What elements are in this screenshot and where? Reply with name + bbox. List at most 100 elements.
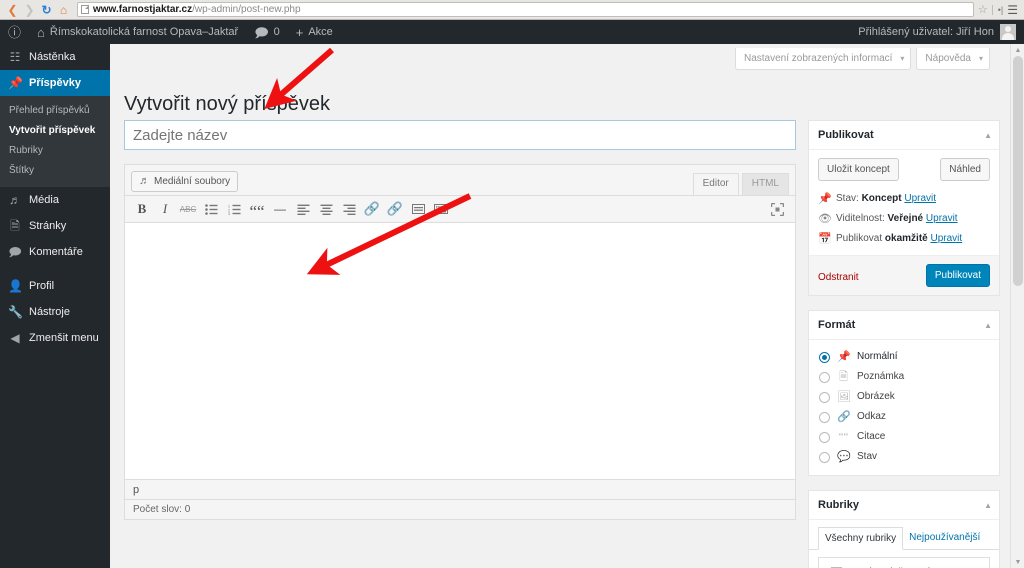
sidebar-item-pages[interactable]: 🗎 Stránky <box>0 213 110 239</box>
sidebar-item-media[interactable]: ♬ Média <box>0 187 110 213</box>
keyboard-shortcuts-icon[interactable] <box>430 199 452 219</box>
sidebar-item-all-posts[interactable]: Přehled příspěvků <box>0 101 110 121</box>
tab-most-used-categories[interactable]: Nejpoužívanější <box>903 527 986 549</box>
address-bar[interactable]: www.farnostjaktar.cz/wp-admin/post-new.p… <box>77 2 974 17</box>
align-left-icon[interactable] <box>292 199 314 219</box>
add-media-button[interactable]: ♬ Mediální soubory <box>131 171 239 192</box>
category-checklist[interactable]: Farní společenství Nezařazené Schola Spo… <box>818 557 990 568</box>
adminbar-user-menu[interactable]: Přihlášený uživatel: Jiří Hon <box>850 20 1024 44</box>
radio-button[interactable] <box>819 411 830 423</box>
star-icon[interactable]: ☆ <box>978 3 988 16</box>
publish-box-title: Publikovat ▲ <box>809 121 999 150</box>
move-to-trash-button[interactable]: Odstranit <box>818 272 859 283</box>
page-title: Vytvořit nový příspěvek <box>124 93 331 115</box>
tab-all-categories[interactable]: Všechny rubriky <box>818 527 904 550</box>
sidebar-item-collapse-menu[interactable]: ◀ Zmenšit menu <box>0 325 110 351</box>
edit-visibility-link[interactable]: Upravit <box>926 213 958 224</box>
tab-html-editor[interactable]: HTML <box>741 173 789 195</box>
post-title-field-wrapper[interactable] <box>124 120 796 150</box>
format-option-standard[interactable]: 📌 Normální <box>809 347 999 367</box>
publish-box-title-label: Publikovat <box>818 129 874 141</box>
wordpress-logo-icon[interactable]: ⓘ <box>0 20 29 44</box>
post-schedule-row: 📅 Publikovat okamžitě Upravit <box>818 229 990 249</box>
format-option-aside[interactable]: 🗎 Poznámka <box>809 367 999 387</box>
insert-link-icon[interactable]: 🔗 <box>361 199 383 219</box>
add-media-label: Mediální soubory <box>154 176 231 187</box>
comment-bubble-icon: 🗩 <box>8 245 22 259</box>
wrench-icon: 🔧 <box>8 305 23 319</box>
chevron-up-icon[interactable]: ▲ <box>984 499 992 513</box>
sidebar-item-categories[interactable]: Rubriky <box>0 141 110 161</box>
bold-icon[interactable]: B <box>131 199 153 219</box>
radio-button[interactable] <box>819 371 830 383</box>
radio-button[interactable] <box>819 451 830 463</box>
radio-button[interactable] <box>819 391 830 403</box>
edit-status-link[interactable]: Upravit <box>904 193 936 204</box>
sidebar-item-add-new-post[interactable]: Vytvořit příspěvek <box>0 121 110 141</box>
sidebar-item-label: Média <box>29 194 59 206</box>
post-visibility-value: Veřejné <box>887 213 924 224</box>
home-icon[interactable]: ⌂ <box>55 1 72 18</box>
format-option-image[interactable]: 🖼 Obrázek <box>809 387 999 407</box>
align-right-icon[interactable] <box>338 199 360 219</box>
horizontal-rule-icon[interactable]: — <box>269 199 291 219</box>
extension-icon[interactable]: •| <box>991 4 1003 15</box>
numbered-list-icon[interactable]: 123 <box>223 199 245 219</box>
scroll-up-arrow-icon[interactable]: ▲ <box>1011 44 1024 56</box>
editor-element-path: p <box>125 479 795 499</box>
save-draft-button[interactable]: Uložit koncept <box>818 158 899 181</box>
aside-icon: 🗎 <box>839 371 848 383</box>
blockquote-icon[interactable]: ““ <box>246 199 268 220</box>
scroll-down-arrow-icon[interactable]: ▼ <box>1011 556 1024 568</box>
align-center-icon[interactable] <box>315 199 337 219</box>
format-option-link[interactable]: 🔗 Odkaz <box>809 407 999 427</box>
sidebar-item-label: Zmenšit menu <box>29 332 99 344</box>
page-scrollbar[interactable]: ▲ ▼ <box>1010 44 1024 568</box>
list-item[interactable]: Farní společenství <box>819 564 989 568</box>
chevron-up-icon[interactable]: ▲ <box>984 129 992 143</box>
format-option-label: Stav <box>857 451 878 462</box>
adminbar-new-content[interactable]: + Akce <box>288 20 341 44</box>
sidebar-item-profile[interactable]: 👤 Profil <box>0 273 110 299</box>
forward-arrow-icon[interactable]: ❯ <box>21 1 38 18</box>
sidebar-item-comments[interactable]: 🗩 Komentáře <box>0 239 110 265</box>
format-box-title-label: Formát <box>818 319 856 331</box>
post-title-input[interactable] <box>133 126 787 144</box>
help-button[interactable]: Nápověda <box>916 48 990 70</box>
scrollbar-thumb[interactable] <box>1013 56 1023 286</box>
editor-word-count: Počet slov: 0 <box>125 499 795 519</box>
sidebar-item-tags[interactable]: Štítky <box>0 161 110 181</box>
delete-action: Odstranit <box>818 267 859 285</box>
adminbar-comments[interactable]: 🗩 0 <box>246 20 288 44</box>
edit-schedule-link[interactable]: Upravit <box>931 233 963 244</box>
chevron-up-icon[interactable]: ▲ <box>984 319 992 333</box>
format-box-title: Formát ▲ <box>809 311 999 340</box>
format-option-status[interactable]: 💬 Stav <box>809 447 999 467</box>
remove-link-icon[interactable]: 🔗 <box>384 199 406 219</box>
avatar <box>1000 24 1016 40</box>
back-arrow-icon[interactable]: ❮ <box>4 1 21 18</box>
bullet-list-icon[interactable] <box>200 199 222 219</box>
distraction-free-writing-icon[interactable] <box>766 199 788 219</box>
italic-icon[interactable]: I <box>154 199 176 219</box>
strikethrough-icon[interactable]: ABC <box>177 199 199 219</box>
format-option-label: Citace <box>857 431 886 442</box>
eye-icon: 👁 <box>818 213 832 225</box>
format-option-quote[interactable]: ““ Citace <box>809 427 999 447</box>
sidebar-item-posts[interactable]: 📌 Příspěvky <box>0 70 110 96</box>
read-more-icon[interactable] <box>407 199 429 219</box>
editor-content-area[interactable] <box>125 223 795 479</box>
format-option-label: Poznámka <box>857 371 905 382</box>
preview-button[interactable]: Náhled <box>940 158 990 181</box>
hamburger-menu-icon[interactable]: ☰ <box>1007 3 1018 17</box>
tab-visual-editor[interactable]: Editor <box>692 173 739 195</box>
sidebar-item-dashboard[interactable]: ☷ Nástěnka <box>0 44 110 70</box>
radio-button[interactable] <box>819 351 830 363</box>
adminbar-site-name[interactable]: ⌂ Římskokatolická farnost Opava–Jaktař <box>29 20 246 44</box>
screen-options-button[interactable]: Nastavení zobrazených informací <box>735 48 912 70</box>
publish-button[interactable]: Publikovat <box>925 264 990 287</box>
sidebar-item-tools[interactable]: 🔧 Nástroje <box>0 299 110 325</box>
reload-icon[interactable]: ↻ <box>38 1 55 18</box>
post-status-label: Stav: <box>836 193 859 204</box>
radio-button[interactable] <box>819 431 830 443</box>
